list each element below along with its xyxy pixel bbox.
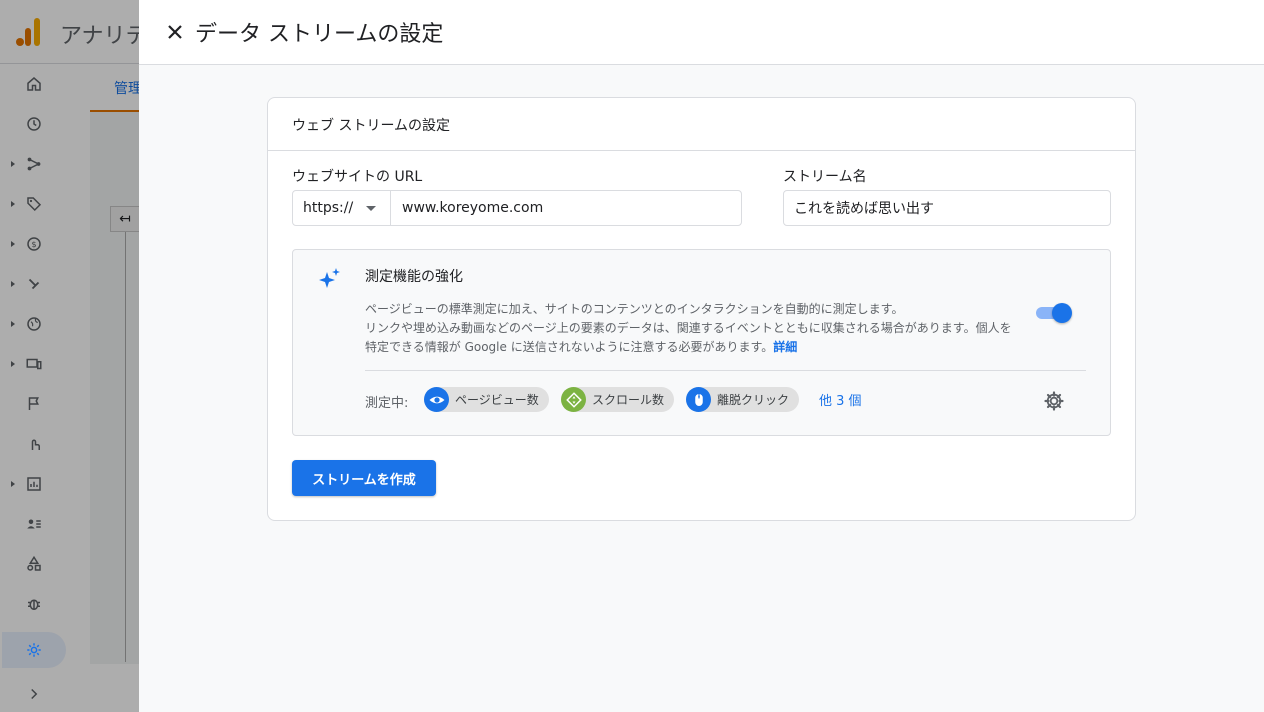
enhanced-measurement-toggle[interactable]	[1034, 302, 1072, 323]
description-line: ページビューの標準測定に加え、サイトのコンテンツとのインタラクションを自動的に測…	[365, 302, 904, 316]
more-events-link[interactable]: 他 3 個	[819, 390, 862, 409]
scroll-icon	[561, 387, 586, 412]
enhanced-settings-button[interactable]	[1042, 389, 1066, 413]
sparkle-icon	[319, 268, 340, 288]
description-line: 特定できる情報が Google に送信されないように注意する必要があります。詳細	[365, 338, 1030, 357]
url-field-group: https://	[292, 190, 742, 226]
web-stream-card: ウェブ ストリームの設定 ウェブサイトの URL https:// ストリーム名…	[267, 97, 1136, 521]
description-line: リンクや埋め込み動画などのページ上の要素のデータは、関連するイベントとともに収集…	[365, 321, 1012, 335]
gear-icon	[1044, 391, 1064, 411]
dropdown-arrow-icon	[366, 206, 376, 211]
toggle-knob	[1052, 303, 1072, 323]
url-input[interactable]	[392, 191, 741, 225]
chip-label: ページビュー数	[455, 393, 539, 407]
measuring-label: 測定中:	[365, 396, 409, 411]
chip-outbound-clicks: 離脱クリック	[686, 387, 800, 412]
section-divider	[365, 370, 1086, 371]
mouse-icon	[686, 387, 711, 412]
enhanced-measurement-description: ページビューの標準測定に加え、サイトのコンテンツとのインタラクションを自動的に測…	[365, 300, 1030, 357]
close-icon	[168, 25, 182, 39]
panel-header: データ ストリームの設定	[139, 0, 1264, 65]
card-divider	[268, 150, 1135, 151]
stream-name-input[interactable]	[783, 190, 1111, 226]
chip-scrolls: スクロール数	[561, 387, 675, 412]
gear-icon	[27, 643, 41, 657]
card-title: ウェブ ストリームの設定	[292, 118, 451, 134]
protocol-value: https://	[303, 200, 354, 216]
data-stream-panel: データ ストリームの設定 ウェブ ストリームの設定 ウェブサイトの URL ht…	[139, 0, 1264, 712]
close-button[interactable]	[163, 20, 187, 44]
url-label: ウェブサイトの URL	[292, 169, 423, 185]
panel-title: データ ストリームの設定	[195, 22, 444, 47]
chip-label: 離脱クリック	[717, 393, 790, 407]
description-text: 特定できる情報が Google に送信されないように注意する必要があります。	[365, 340, 774, 354]
chip-page-views: ページビュー数	[424, 387, 549, 412]
create-stream-button[interactable]: ストリームを作成	[292, 460, 436, 496]
protocol-select[interactable]: https://	[293, 191, 391, 225]
eye-icon	[424, 387, 449, 412]
details-link[interactable]: 詳細	[773, 340, 797, 354]
stream-name-label: ストリーム名	[783, 169, 867, 185]
enhanced-measurement-title: 測定機能の強化	[365, 269, 463, 285]
enhanced-measurement-section: 測定機能の強化 ページビューの標準測定に加え、サイトのコンテンツとのインタラクシ…	[292, 249, 1111, 436]
chip-label: スクロール数	[592, 393, 665, 407]
